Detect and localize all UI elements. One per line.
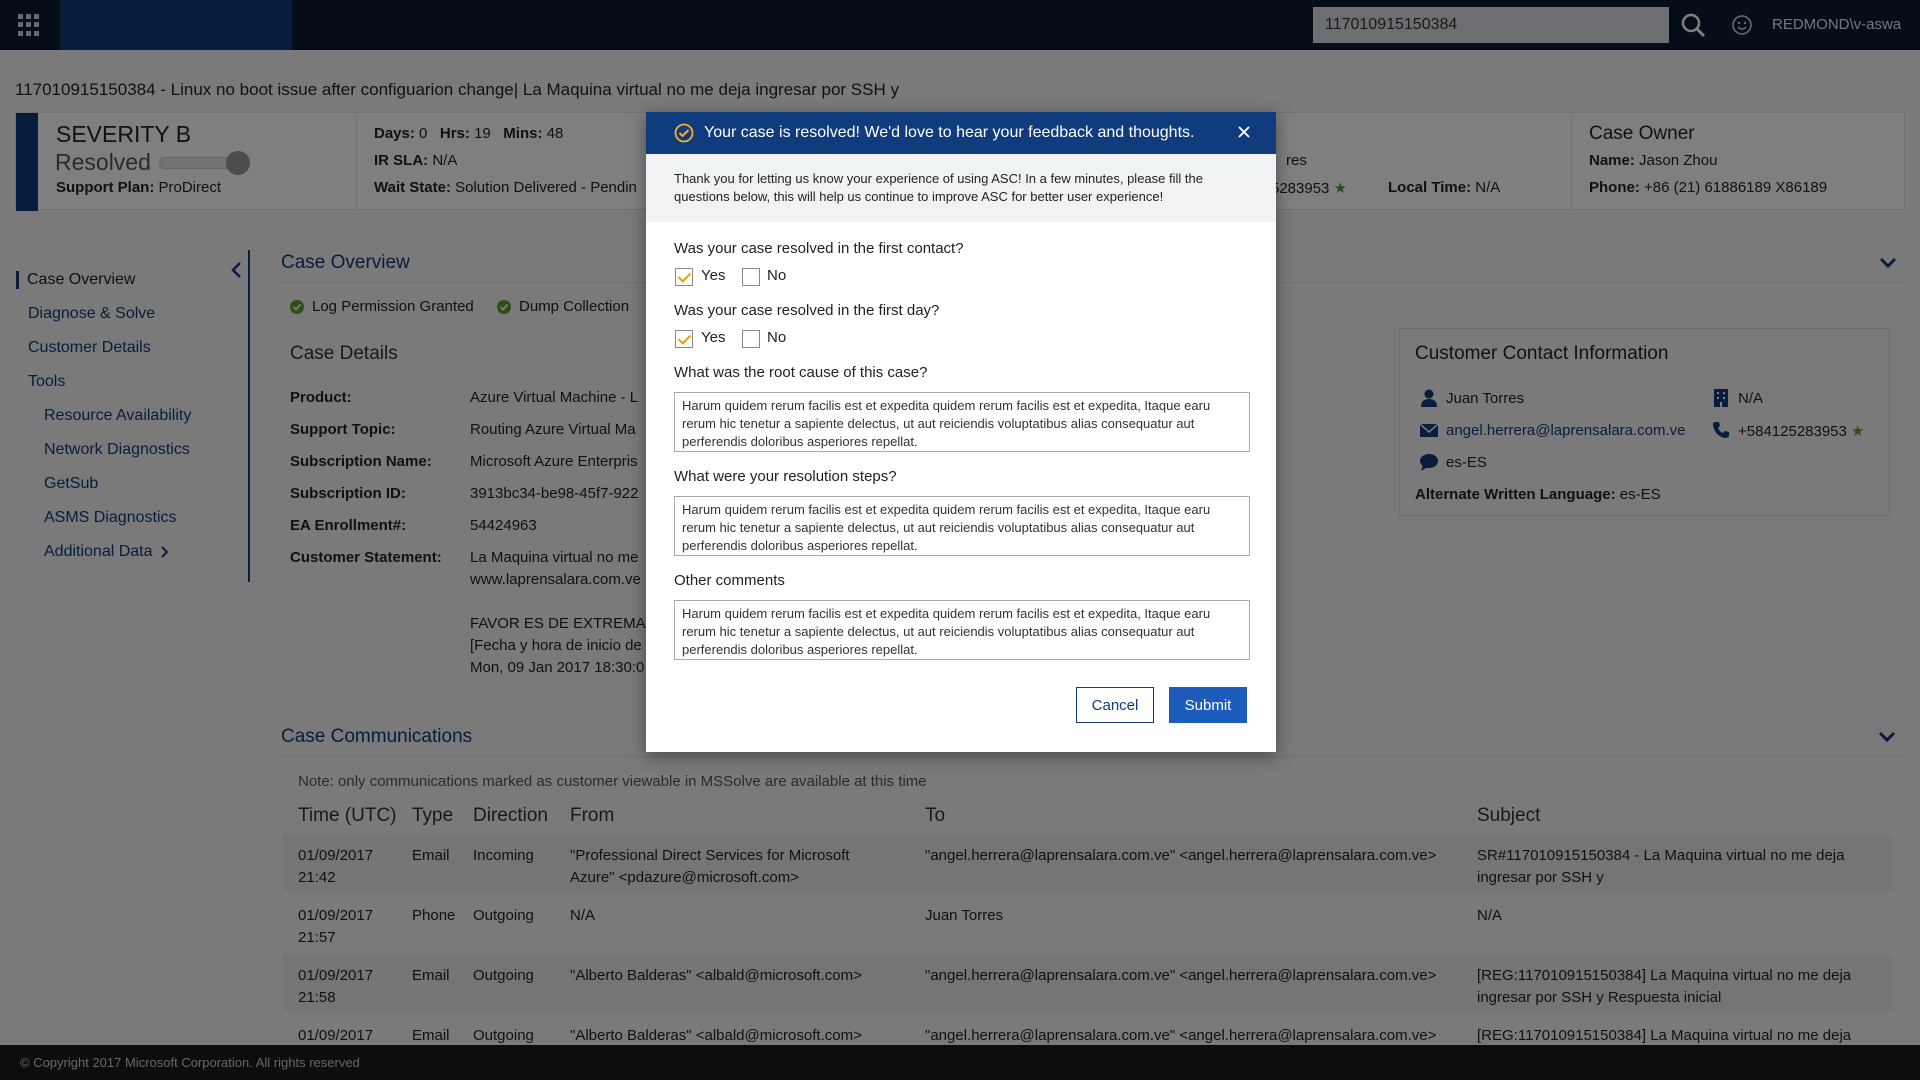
resolution-steps-textarea[interactable]: Harum quidem rerum facilis est et expedi… bbox=[674, 496, 1250, 556]
question-other-comments: Other comments bbox=[674, 572, 785, 589]
question-resolution-steps: What were your resolution steps? bbox=[674, 468, 897, 485]
checkbox-label-yes: Yes bbox=[701, 267, 726, 284]
question-first-contact: Was your case resolved in the first cont… bbox=[674, 240, 964, 257]
submit-button[interactable]: Submit bbox=[1169, 687, 1247, 723]
question-first-day: Was your case resolved in the first day? bbox=[674, 302, 940, 319]
feedback-dialog: Your case is resolved! We'd love to hear… bbox=[646, 112, 1276, 752]
intro-text: Thank you for letting us know your exper… bbox=[674, 171, 1203, 204]
check-circle-icon bbox=[674, 123, 694, 143]
checkbox-label-no: No bbox=[767, 267, 787, 284]
dialog-title: Your case is resolved! We'd love to hear… bbox=[704, 124, 1195, 141]
other-comments-textarea[interactable]: Harum quidem rerum facilis est et expedi… bbox=[674, 600, 1250, 660]
dialog-header: Your case is resolved! We'd love to hear… bbox=[646, 112, 1276, 154]
question-root-cause: What was the root cause of this case? bbox=[674, 364, 928, 381]
checkbox-first-day-no[interactable] bbox=[742, 330, 760, 348]
root-cause-textarea[interactable]: Harum quidem rerum facilis est et expedi… bbox=[674, 392, 1250, 452]
checkbox-label-yes: Yes bbox=[701, 329, 726, 346]
close-icon bbox=[1238, 126, 1250, 138]
close-button[interactable] bbox=[1234, 122, 1254, 142]
checkbox-first-day-yes[interactable] bbox=[675, 330, 693, 348]
cancel-button[interactable]: Cancel bbox=[1076, 687, 1154, 723]
checkbox-first-contact-no[interactable] bbox=[742, 268, 760, 286]
checkbox-first-contact-yes[interactable] bbox=[675, 268, 693, 286]
checkbox-label-no: No bbox=[767, 329, 787, 346]
dialog-intro: Thank you for letting us know your exper… bbox=[646, 154, 1276, 222]
